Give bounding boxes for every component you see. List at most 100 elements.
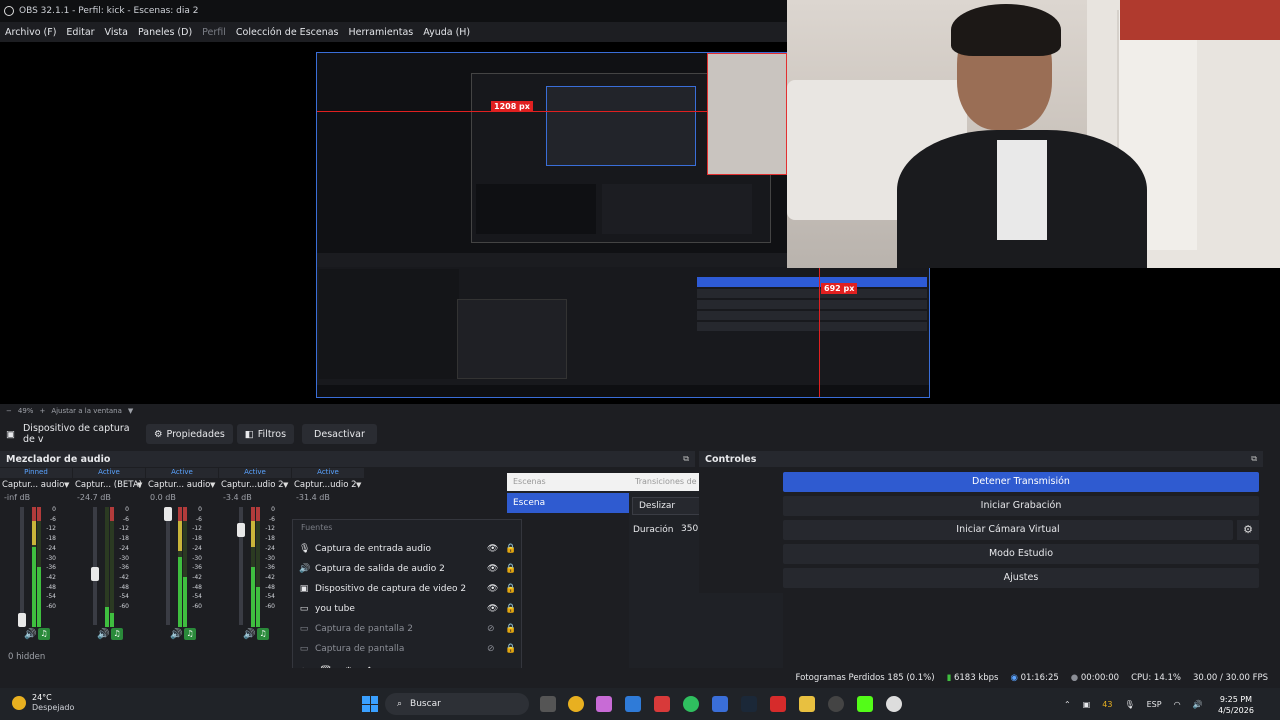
eye-icon[interactable]: 👁 — [487, 544, 498, 554]
undock-icon[interactable]: ⧉ — [683, 454, 689, 464]
source-item[interactable]: 🔊 Captura de salida de audio 2 👁 🔒 — [299, 559, 516, 579]
chevron-up-icon[interactable]: ⌃ — [1064, 700, 1071, 709]
app-icon[interactable] — [596, 696, 612, 712]
obs-icon[interactable] — [828, 696, 844, 712]
volume-knob[interactable] — [237, 523, 245, 537]
volume-slider[interactable] — [91, 507, 99, 625]
chevron-down-icon[interactable]: ▼ — [283, 481, 288, 489]
chevron-down-icon[interactable]: ▼ — [137, 481, 142, 489]
menu-coleccion-escenas[interactable]: Colección de Escenas — [236, 27, 339, 38]
lock-icon[interactable]: 🔒 — [505, 584, 516, 594]
whatsapp-icon[interactable] — [683, 696, 699, 712]
properties-button[interactable]: ⚙ Propiedades — [146, 424, 233, 444]
speaker-icon[interactable]: 🔊 — [97, 629, 109, 640]
speaker-icon[interactable]: 🔊 — [24, 629, 36, 640]
language-indicator[interactable]: ESP — [1147, 700, 1162, 709]
eye-icon[interactable]: 👁 — [487, 564, 498, 574]
menu-editar[interactable]: Editar — [66, 27, 94, 38]
app-icon[interactable] — [654, 696, 670, 712]
source-item[interactable]: ▭ you tube 👁 🔒 — [299, 599, 516, 619]
tray-app-icon[interactable]: ▣ — [1083, 700, 1091, 709]
mic-icon[interactable]: 🎙 — [1124, 700, 1134, 709]
start-virtual-camera-button[interactable]: Iniciar Cámara Virtual — [783, 520, 1233, 540]
gear-icon[interactable]: ⚙ — [1237, 520, 1259, 540]
guide-label-height: 692 px — [821, 283, 858, 294]
menu-herramientas[interactable]: Herramientas — [349, 27, 414, 38]
volume-icon[interactable]: 🔊 — [1193, 700, 1203, 709]
source-item[interactable]: ▭ Captura de pantalla ⊘ 🔒 — [299, 639, 516, 659]
menu-ayuda[interactable]: Ayuda (H) — [423, 27, 470, 38]
menu-vista[interactable]: Vista — [105, 27, 128, 38]
eye-hidden-icon[interactable]: ⊘ — [487, 624, 495, 634]
volume-knob[interactable] — [18, 613, 26, 627]
wps-icon[interactable] — [770, 696, 786, 712]
chrome-icon[interactable] — [568, 696, 584, 712]
headphones-icon[interactable]: ♫ — [257, 628, 269, 640]
tray-badge[interactable]: 43 — [1102, 700, 1112, 709]
studio-mode-button[interactable]: Modo Estudio — [783, 544, 1259, 564]
meter-scale: 0 -6 -12 -18 -24 -30 -36 -42 -48 -54 -60 — [261, 505, 275, 612]
menu-archivo[interactable]: Archivo (F) — [5, 27, 56, 38]
fit-window-label[interactable]: Ajustar a la ventana — [51, 407, 122, 415]
weather-widget[interactable]: 24°C Despejado — [12, 693, 74, 712]
menu-paneles[interactable]: Paneles (D) — [138, 27, 192, 38]
meter-scale-tick: -12 — [46, 525, 56, 533]
volume-knob[interactable] — [91, 567, 99, 581]
source-item[interactable]: 🎙 Captura de entrada audio 👁 🔒 — [299, 539, 516, 559]
meter-scale-tick: -54 — [265, 593, 275, 601]
speaker-icon[interactable]: 🔊 — [243, 629, 255, 640]
zoom-in-button[interactable]: + — [39, 407, 45, 415]
chevron-down-icon[interactable]: ▼ — [356, 481, 361, 489]
taskbar-search[interactable]: ⌕ Buscar — [385, 693, 529, 715]
zoom-out-button[interactable]: − — [6, 407, 12, 415]
chevron-down-icon[interactable]: ▼ — [64, 481, 69, 489]
start-recording-button[interactable]: Iniciar Grabación — [783, 496, 1259, 516]
eye-icon[interactable]: 👁 — [487, 604, 498, 614]
volume-knob[interactable] — [164, 507, 172, 521]
deactivate-button[interactable]: Desactivar — [302, 424, 377, 444]
windows-start-icon[interactable] — [362, 696, 378, 712]
settings-button[interactable]: Ajustes — [783, 568, 1259, 588]
wifi-icon[interactable]: ◠ — [1174, 700, 1181, 709]
source-item[interactable]: ▭ Captura de pantalla 2 ⊘ 🔒 — [299, 619, 516, 639]
source-label: Captura de salida de audio 2 — [315, 564, 445, 574]
filters-button[interactable]: ◧ Filtros — [236, 424, 295, 444]
scene-item[interactable]: Escena — [507, 493, 631, 513]
lock-icon[interactable]: 🔒 — [505, 624, 516, 634]
scenes-panel: Escenas Escena — [507, 473, 631, 513]
source-item[interactable]: ▣ Dispositivo de captura de video 2 👁 🔒 — [299, 579, 516, 599]
task-view-icon[interactable] — [540, 696, 556, 712]
lock-icon[interactable]: 🔒 — [505, 544, 516, 554]
meter-green — [251, 567, 255, 627]
eye-icon[interactable]: 👁 — [487, 584, 498, 594]
chevron-down-icon[interactable]: ▼ — [128, 407, 133, 415]
lock-icon[interactable]: 🔒 — [505, 564, 516, 574]
meter-scale-tick: -42 — [192, 573, 202, 581]
media-icon[interactable] — [886, 696, 902, 712]
app-icon[interactable] — [712, 696, 728, 712]
nested-preview — [546, 86, 696, 166]
meter-scale: 0 -6 -12 -18 -24 -30 -36 -42 -48 -54 -60 — [42, 505, 56, 612]
folder-icon[interactable] — [799, 696, 815, 712]
steam-icon[interactable] — [741, 696, 757, 712]
stop-streaming-button[interactable]: Detener Transmisión — [783, 472, 1259, 492]
headphones-icon[interactable]: ♫ — [111, 628, 123, 640]
meter-green — [183, 577, 187, 627]
undock-icon[interactable]: ⧉ — [1251, 454, 1257, 464]
source-toolbar: ▣ Dispositivo de captura de v ⚙ Propieda… — [0, 418, 1280, 450]
lock-icon[interactable]: 🔒 — [505, 604, 516, 614]
headphones-icon[interactable]: ♫ — [184, 628, 196, 640]
kick-icon[interactable] — [857, 696, 873, 712]
store-icon[interactable] — [625, 696, 641, 712]
headphones-icon[interactable]: ♫ — [38, 628, 50, 640]
menu-perfil[interactable]: Perfil — [202, 27, 226, 38]
volume-slider[interactable] — [237, 507, 245, 625]
clock[interactable]: 9:25 PM 4/5/2026 — [1218, 694, 1254, 716]
lock-icon[interactable]: 🔒 — [505, 644, 516, 654]
volume-slider[interactable] — [18, 507, 26, 627]
speaker-icon[interactable]: 🔊 — [170, 629, 182, 640]
eye-hidden-icon[interactable]: ⊘ — [487, 644, 495, 654]
channel-name: Captur... audio — [2, 480, 65, 490]
volume-slider[interactable] — [164, 507, 172, 625]
chevron-down-icon[interactable]: ▼ — [210, 481, 215, 489]
